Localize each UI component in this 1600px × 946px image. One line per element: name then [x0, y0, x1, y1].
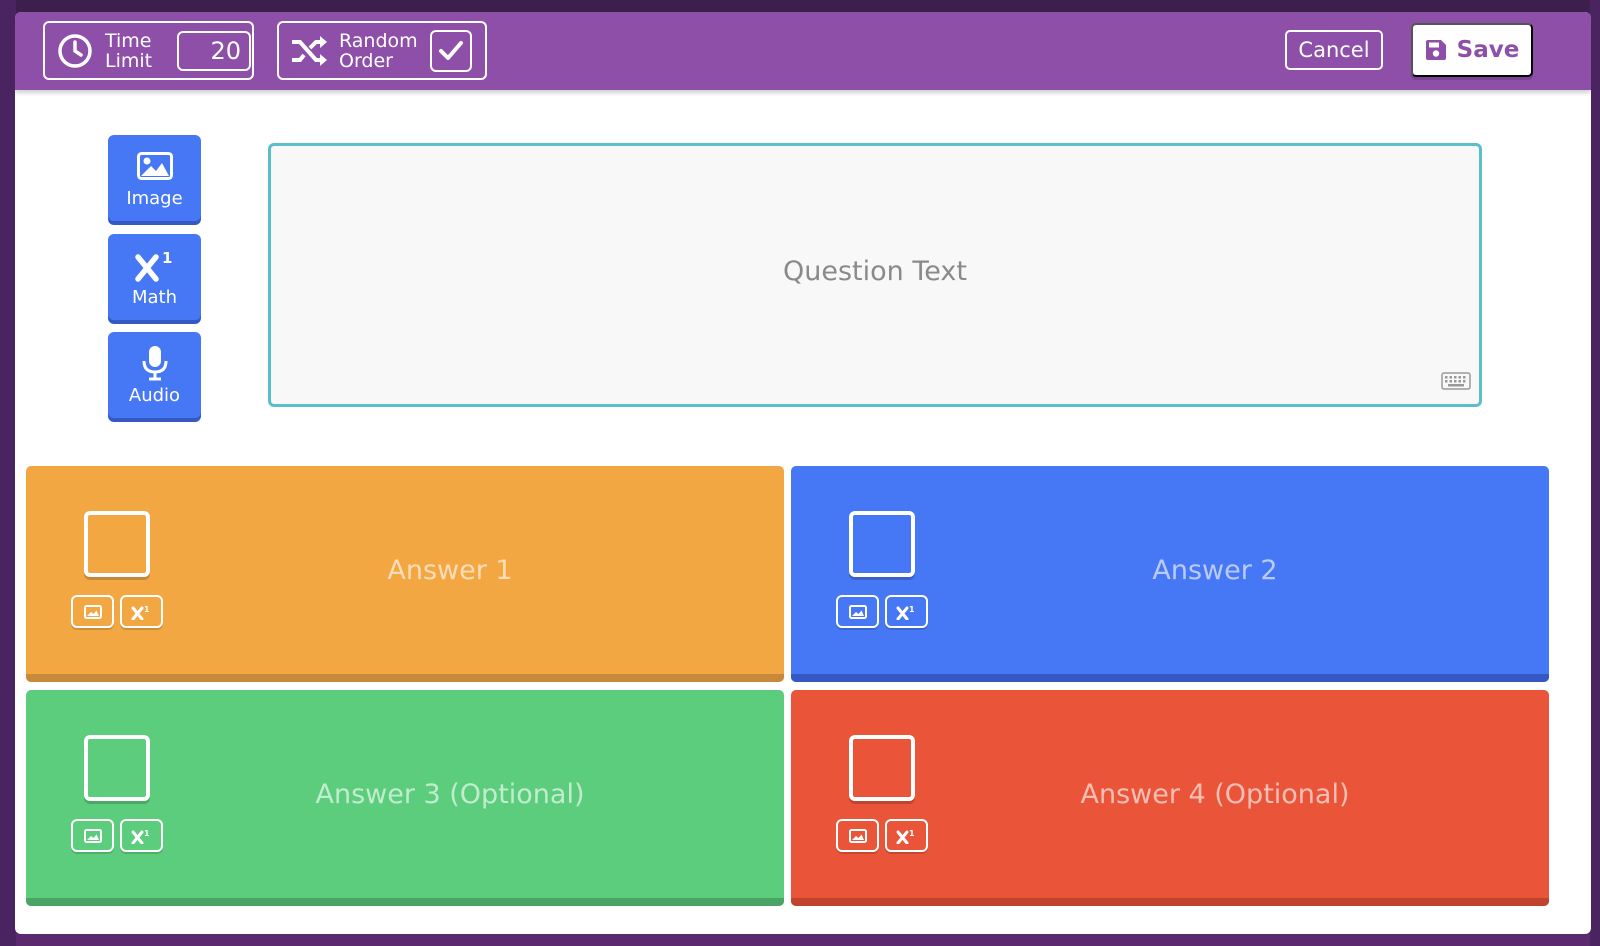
question-editor-modal: Time Limit 20 Random Order Cancel Save I…: [15, 12, 1591, 934]
image-icon: [83, 604, 102, 619]
answer-card-2[interactable]: 1 Answer 2: [791, 466, 1549, 682]
svg-text:1: 1: [909, 605, 915, 614]
superscript-icon: 1: [134, 247, 175, 283]
answer-image-button[interactable]: [71, 819, 114, 852]
random-order-checkbox[interactable]: [430, 29, 472, 72]
add-audio-button[interactable]: Audio: [108, 332, 201, 418]
time-limit-label: Time Limit: [105, 29, 153, 72]
correct-answer-checkbox[interactable]: [849, 735, 915, 801]
floppy-disk-icon: [1425, 40, 1446, 60]
time-limit-value[interactable]: 20: [177, 30, 251, 71]
image-icon: [83, 828, 102, 843]
superscript-icon: 1: [896, 605, 915, 620]
answer-card-1[interactable]: 1 Answer 1: [26, 466, 784, 682]
answer-image-button[interactable]: [836, 595, 879, 628]
answer-card-3[interactable]: 1 Answer 3 (Optional): [26, 690, 784, 906]
shuffle-icon: [289, 31, 329, 71]
answer-image-button[interactable]: [836, 819, 879, 852]
random-order-control[interactable]: Random Order: [277, 21, 487, 80]
save-button-label: Save: [1456, 37, 1520, 63]
answer-text-input[interactable]: Answer 2: [991, 466, 1549, 674]
answer-text-input[interactable]: Answer 3 (Optional): [226, 690, 784, 898]
svg-text:1: 1: [144, 605, 150, 614]
answer-text-input[interactable]: Answer 1: [226, 466, 784, 674]
keyboard-icon[interactable]: [1441, 366, 1471, 397]
background-app-right: [1590, 0, 1600, 946]
answer-card-4[interactable]: 1 Answer 4 (Optional): [791, 690, 1549, 906]
clock-icon: [55, 31, 95, 71]
answer-image-button[interactable]: [71, 595, 114, 628]
answer-math-button[interactable]: 1: [120, 595, 163, 628]
check-icon: [439, 40, 463, 60]
question-placeholder: Question Text: [783, 255, 967, 287]
svg-text:1: 1: [909, 829, 915, 838]
answer-math-button[interactable]: 1: [885, 595, 928, 628]
question-text-input[interactable]: Question Text: [268, 143, 1482, 407]
answer-math-button[interactable]: 1: [120, 819, 163, 852]
add-math-button[interactable]: 1 Math: [108, 234, 201, 320]
image-icon: [136, 148, 173, 184]
card-shadow: [26, 898, 784, 906]
card-shadow: [791, 898, 1549, 906]
add-image-button[interactable]: Image: [108, 135, 201, 221]
add-image-label: Image: [126, 187, 183, 209]
superscript-icon: 1: [896, 829, 915, 844]
cancel-button[interactable]: Cancel: [1285, 30, 1383, 70]
add-math-label: Math: [131, 286, 178, 308]
card-shadow: [26, 674, 784, 682]
card-shadow: [791, 674, 1549, 682]
answer-text-input[interactable]: Answer 4 (Optional): [991, 690, 1549, 898]
save-button[interactable]: Save: [1411, 23, 1533, 77]
image-icon: [848, 604, 867, 619]
correct-answer-checkbox[interactable]: [84, 511, 150, 577]
superscript-icon: 1: [131, 605, 150, 620]
answer-math-button[interactable]: 1: [885, 819, 928, 852]
correct-answer-checkbox[interactable]: [84, 735, 150, 801]
microphone-icon: [141, 345, 169, 381]
svg-text:1: 1: [162, 249, 172, 267]
svg-text:1: 1: [144, 829, 150, 838]
time-limit-control[interactable]: Time Limit 20: [43, 21, 254, 80]
add-audio-label: Audio: [128, 384, 181, 406]
correct-answer-checkbox[interactable]: [849, 511, 915, 577]
random-order-label: Random Order: [339, 29, 418, 72]
editor-toolbar: Time Limit 20 Random Order Cancel Save: [15, 12, 1591, 90]
superscript-icon: 1: [131, 829, 150, 844]
image-icon: [848, 828, 867, 843]
background-app-left: [0, 0, 16, 946]
